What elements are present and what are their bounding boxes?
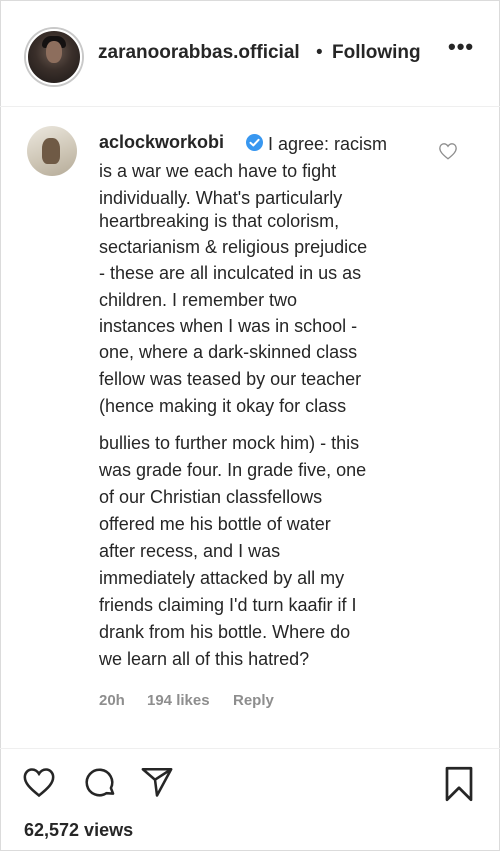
bookmark-icon[interactable] bbox=[444, 766, 474, 807]
avatar-figure bbox=[42, 138, 60, 164]
comment-text-line: friends claiming I'd turn kaafir if I bbox=[99, 595, 357, 615]
share-icon[interactable] bbox=[140, 766, 174, 803]
comment-text-line: we learn all of this hatred? bbox=[99, 649, 310, 669]
avatar-face bbox=[46, 41, 62, 63]
actions-divider bbox=[0, 748, 500, 749]
comment-text-line: fellow was teased by our teacher bbox=[99, 369, 362, 389]
verified-badge-icon bbox=[246, 134, 263, 151]
comment-text-line: of our Christian classfellows bbox=[99, 487, 323, 507]
author-avatar[interactable] bbox=[26, 29, 82, 85]
following-button[interactable]: Following bbox=[332, 42, 421, 64]
heart-icon[interactable] bbox=[22, 766, 56, 803]
comment-text-line: heartbreaking is that colorism, bbox=[99, 211, 340, 231]
comment-likes-count[interactable]: 194 likes bbox=[147, 692, 210, 709]
more-options-icon[interactable]: ••• bbox=[448, 34, 474, 60]
comment-text-line: instances when I was in school - bbox=[99, 316, 358, 336]
comment-text-line: sectarianism & religious prejudice bbox=[99, 237, 368, 257]
comment-text-line: was grade four. In grade five, one bbox=[99, 460, 367, 480]
comment-text-line: offered me his bottle of water bbox=[99, 514, 331, 534]
comment-text-line: - these are all inculcated in us as bbox=[99, 263, 362, 283]
comment-icon[interactable] bbox=[84, 766, 118, 805]
comment-text-line: one, where a dark-skinned class bbox=[99, 342, 358, 362]
author-username[interactable]: zaranoorabbas.official bbox=[98, 42, 300, 64]
post-header: zaranoorabbas.official • Following ••• bbox=[0, 0, 500, 107]
commenter-username[interactable]: aclockworkobi bbox=[99, 132, 224, 153]
comment-text-line: children. I remember two bbox=[99, 290, 298, 310]
comment-text-line: is a war we each have to fight bbox=[99, 161, 337, 181]
views-count[interactable]: 62,572 views bbox=[24, 820, 133, 841]
comment-text-line: I agree: racism bbox=[268, 134, 388, 154]
reply-button[interactable]: Reply bbox=[233, 692, 274, 709]
comment-text-line: (hence making it okay for class bbox=[99, 396, 347, 416]
comment-text-line: bullies to further mock him) - this bbox=[99, 433, 360, 453]
comment-text-line: drank from his bottle. Where do bbox=[99, 622, 351, 642]
comment-text-line: immediately attacked by all my bbox=[99, 568, 345, 588]
post-frame bbox=[0, 0, 500, 851]
comment-like-heart-icon[interactable] bbox=[438, 142, 458, 165]
commenter-avatar[interactable] bbox=[27, 126, 77, 176]
comment-text-line: after recess, and I was bbox=[99, 541, 281, 561]
comment-text-line: individually. What's particularly bbox=[99, 188, 343, 208]
header-separator: • bbox=[316, 42, 323, 63]
comment-timestamp[interactable]: 20h bbox=[99, 692, 125, 709]
